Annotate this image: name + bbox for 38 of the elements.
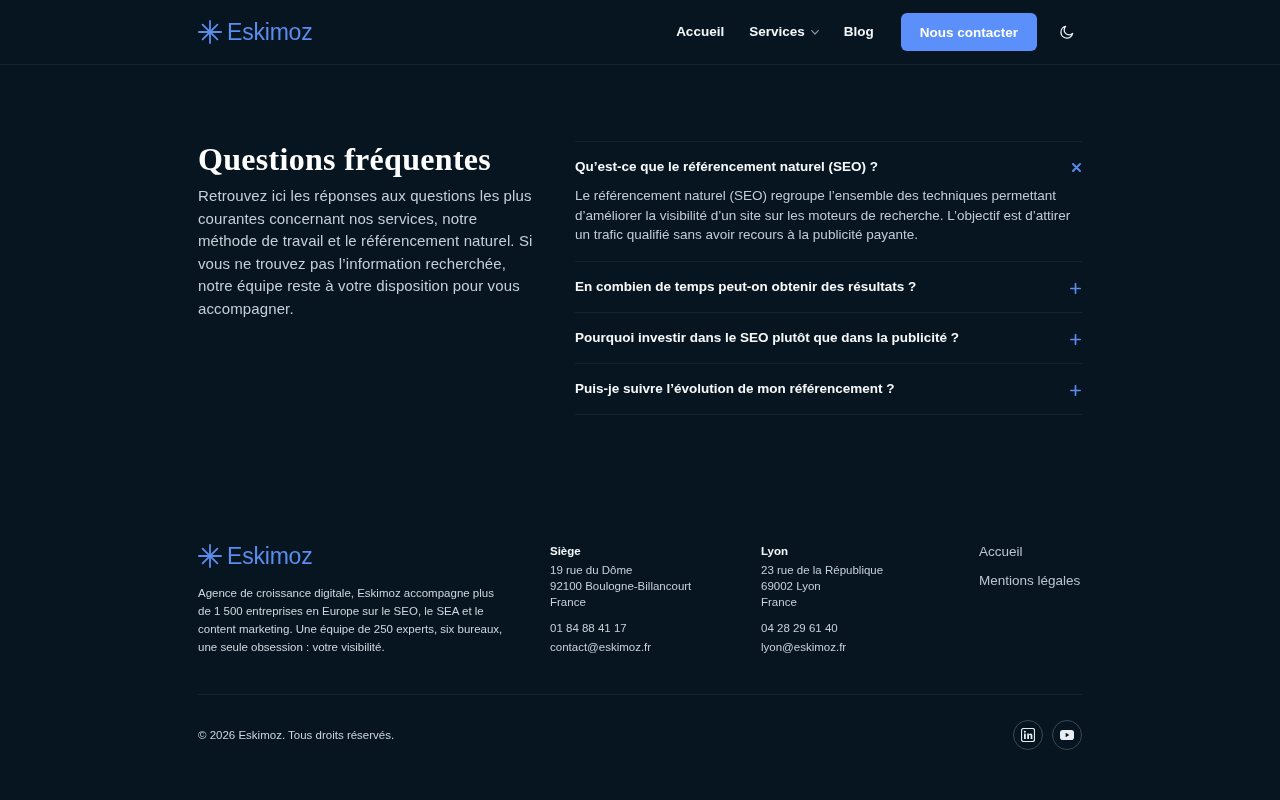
faq-answer: Le référencement naturel (SEO) regroupe l’ensemble des techniques permettant d’améliorer la visibilité d’un site sur les moteurs de recherche. L’objectif est d’attirer un trafic qualifié sans avoir recours à la publicité payante. — [575, 187, 1072, 244]
youtube-icon — [1060, 729, 1074, 740]
plus-icon — [1070, 384, 1081, 396]
nav-link[interactable]: Accueil — [676, 22, 725, 42]
phone-link[interactable]: 01 84 88 41 17 — [550, 619, 627, 636]
faq-question[interactable]: Qu’est-ce que le référencement naturel (SEO) ? — [575, 142, 1082, 177]
address-line: France — [761, 594, 798, 610]
close-icon — [1072, 162, 1081, 172]
nav-dropdown[interactable]: Services — [749, 22, 819, 42]
footer-link[interactable]: Mentions légales — [979, 570, 1081, 591]
copyright-text: © 2026 Eskimoz. Tous droits réservés. — [198, 728, 395, 741]
moon-icon — [1060, 25, 1074, 39]
intro-text: Retrouvez ici les réponses aux questions les plus courantes concernant nos services, notre méthode de travail et le référencement naturel. Si vous ne trouvez pas l’information recherchée, notre équipe reste à votre disposition pour vous accompagner. — [198, 186, 534, 319]
star-icon — [198, 543, 222, 568]
address-line: 92100 Boulogne-Billancourt — [550, 578, 692, 594]
faq-question[interactable]: Puis-je suivre l’évolution de mon référencement ? — [575, 363, 1082, 414]
faq-question[interactable]: En combien de temps peut-on obtenir des résultats ? — [575, 261, 1082, 312]
section-heading: Questions fréquentes — [198, 141, 493, 177]
plus-icon — [1070, 333, 1081, 345]
footer-link[interactable]: Accueil — [979, 541, 1023, 562]
faq-question[interactable]: Pourquoi investir dans le SEO plutôt que dans la publicité ? — [575, 312, 1082, 363]
chevron-down-icon — [810, 29, 819, 35]
logo[interactable]: Eskimoz — [198, 19, 313, 45]
address-line: 69002 Lyon — [761, 578, 822, 594]
plus-icon — [1070, 282, 1081, 294]
office-name: Lyon — [761, 543, 789, 559]
address-line: 23 rue de la République — [761, 562, 884, 578]
phone-link[interactable]: 04 28 29 61 40 — [761, 619, 838, 636]
nav-link[interactable]: Blog — [843, 22, 874, 42]
star-icon — [198, 20, 222, 44]
office-name: Siège — [550, 543, 581, 559]
email-link[interactable]: lyon@eskimoz.fr — [761, 638, 847, 655]
footer-description: Agence de croissance digitale, Eskimoz accompagne plus de 1 500 entreprises en Europe sur le SEO, le SEA et le content marketing. Une équipe de 250 experts, six bureaux, une seule obsession : votre visibilité. — [198, 585, 504, 655]
logo[interactable]: Eskimoz — [198, 542, 313, 569]
address-line: France — [550, 594, 587, 610]
address-line: 19 rue du Dôme — [550, 562, 634, 578]
email-link[interactable]: contact@eskimoz.fr — [550, 638, 652, 655]
linkedin-icon — [1021, 727, 1035, 742]
